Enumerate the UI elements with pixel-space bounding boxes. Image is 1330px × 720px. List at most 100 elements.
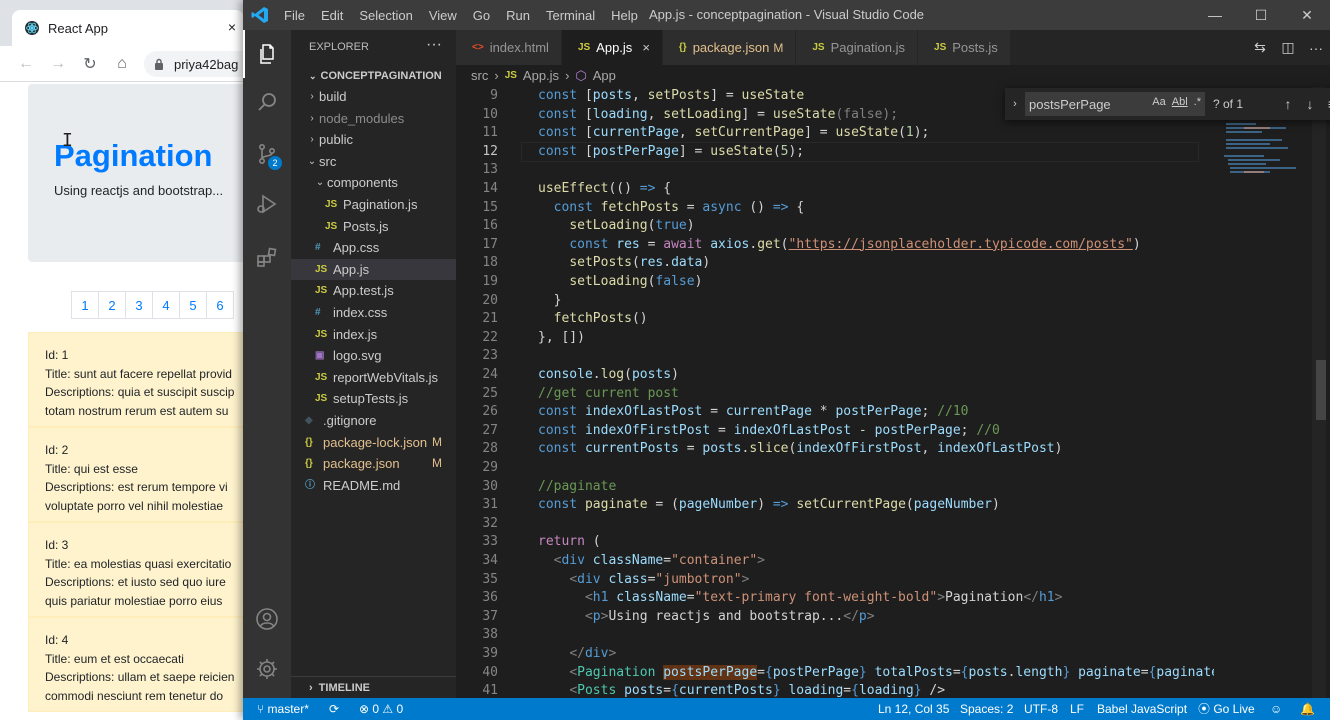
feedback-icon[interactable]: ☺ <box>1270 698 1282 720</box>
code-token: , <box>678 125 695 141</box>
page-link-3[interactable]: 3 <box>125 291 153 319</box>
scrollbar-thumb[interactable] <box>1316 360 1326 420</box>
breadcrumb-src[interactable]: src <box>471 65 488 87</box>
back-arrow-icon[interactable]: ← <box>10 48 42 80</box>
more-actions-icon[interactable]: ··· <box>1302 40 1330 56</box>
tree-file-package-json[interactable]: {} package.json M <box>291 453 456 475</box>
tree-file-setup[interactable]: JS setupTests.js <box>291 388 456 410</box>
indentation[interactable]: Spaces: 2 <box>960 698 1013 720</box>
menu-help[interactable]: Help <box>611 8 638 23</box>
sync-icon[interactable]: ⟳ <box>329 698 339 720</box>
whole-word-icon[interactable]: Abl <box>1172 96 1188 108</box>
tree-file-gitignore[interactable]: ◆ .gitignore <box>291 410 456 432</box>
tab-index-html[interactable]: <> index.html <box>456 30 562 65</box>
breadcrumb-separator: › <box>494 68 499 83</box>
css-file-icon: # <box>315 242 321 254</box>
tree-file-app-test[interactable]: JS App.test.js <box>291 280 456 302</box>
minimize-button[interactable]: — <box>1192 0 1238 30</box>
post-desc-cont: totam nostrum rerum est autem su <box>45 403 229 418</box>
tree-file-logo[interactable]: ▣ logo.svg <box>291 345 456 367</box>
find-in-selection-icon[interactable]: ≡ <box>1321 96 1330 112</box>
previous-match-icon[interactable]: ↑ <box>1277 96 1299 112</box>
line-number: 35 <box>482 571 498 587</box>
tab-pagination-js[interactable]: JS Pagination.js <box>796 30 919 65</box>
close-window-button[interactable]: ✕ <box>1284 0 1330 30</box>
tab-package-json[interactable]: {} package.json M <box>662 30 797 65</box>
menu-edit[interactable]: Edit <box>321 8 343 23</box>
menu-run[interactable]: Run <box>506 8 530 23</box>
maximize-button[interactable]: ☐ <box>1238 0 1284 30</box>
json-file-icon: {} <box>305 458 313 470</box>
tree-file-index-css[interactable]: # index.css <box>291 302 456 324</box>
account-activity-icon[interactable] <box>243 595 291 643</box>
code-token: currentPosts <box>584 441 679 457</box>
compare-changes-icon[interactable]: ⇆ <box>1246 39 1274 56</box>
menu-view[interactable]: View <box>429 8 457 23</box>
tree-file-app-css[interactable]: # App.css <box>291 237 456 259</box>
split-editor-icon[interactable]: ◫ <box>1274 39 1302 56</box>
tree-file-pagination[interactable]: JS Pagination.js <box>291 194 456 216</box>
forward-arrow-icon[interactable]: → <box>42 48 74 80</box>
menu-file[interactable]: File <box>284 8 305 23</box>
chevron-down-icon: ⌄ <box>307 155 317 167</box>
tree-file-app-js[interactable]: JS App.js <box>291 258 456 281</box>
git-branch[interactable]: ⑂ master* <box>257 698 309 720</box>
page-link-5[interactable]: 5 <box>179 291 207 319</box>
run-debug-activity-icon[interactable] <box>243 180 291 228</box>
tree-file-report[interactable]: JS reportWebVitals.js <box>291 367 456 389</box>
page-link-2[interactable]: 2 <box>98 291 126 319</box>
menu-go[interactable]: Go <box>473 8 490 23</box>
home-icon[interactable]: ⌂ <box>106 48 138 80</box>
breadcrumb-file[interactable]: App.js <box>523 65 559 87</box>
code-token: setPosts <box>647 88 711 103</box>
workspace-root-folder[interactable]: ⌄ CONCEPTPAGINATION <box>291 65 456 87</box>
end-of-line[interactable]: LF <box>1070 698 1084 720</box>
browser-tab[interactable]: React App × <box>12 10 244 46</box>
source-control-activity-icon[interactable]: 2 <box>243 130 291 178</box>
problems-indicator[interactable]: ⊗ 0 ⚠ 0 <box>359 698 403 720</box>
tree-folder-src[interactable]: ⌄ src <box>291 151 456 173</box>
code-token: className <box>592 553 664 568</box>
tree-file-posts[interactable]: JS Posts.js <box>291 216 456 238</box>
tree-file-index-js[interactable]: JS index.js <box>291 324 456 346</box>
tree-folder-node-modules[interactable]: › node_modules <box>291 108 456 130</box>
cursor-position[interactable]: Ln 12, Col 35 <box>878 698 949 720</box>
code-token: ] = <box>741 106 773 122</box>
reload-icon[interactable]: ↻ <box>74 48 106 80</box>
more-actions-icon[interactable]: ··· <box>426 30 442 64</box>
extensions-activity-icon[interactable] <box>243 233 291 281</box>
tree-file-readme[interactable]: ⓘ README.md <box>291 475 456 497</box>
explorer-activity-icon[interactable] <box>243 30 291 78</box>
code-token: const <box>538 497 585 513</box>
page-link-1[interactable]: 1 <box>71 291 99 319</box>
settings-gear-icon[interactable] <box>243 645 291 693</box>
menu-selection[interactable]: Selection <box>359 8 412 23</box>
code-token: ( <box>631 255 640 271</box>
toggle-replace-icon[interactable]: › <box>1005 98 1025 110</box>
tree-folder-components[interactable]: ⌄ components <box>291 172 456 194</box>
address-bar[interactable]: priya42bag <box>144 51 250 77</box>
tree-folder-build[interactable]: › build <box>291 86 456 108</box>
next-match-icon[interactable]: ↓ <box>1299 96 1321 112</box>
search-activity-icon[interactable] <box>243 78 291 126</box>
match-case-icon[interactable]: Aa <box>1152 96 1165 108</box>
tree-folder-public[interactable]: › public <box>291 129 456 151</box>
breadcrumb-symbol[interactable]: App <box>593 65 616 87</box>
notifications-bell-icon[interactable]: 🔔 <box>1300 698 1315 720</box>
regex-icon[interactable]: .* <box>1194 96 1201 108</box>
close-tab-icon[interactable]: × <box>228 19 236 35</box>
menu-terminal[interactable]: Terminal <box>546 8 595 23</box>
code-token: //get current post <box>538 385 679 401</box>
tab-posts-js[interactable]: JS Posts.js <box>918 30 1011 65</box>
page-link-6[interactable]: 6 <box>206 291 234 319</box>
timeline-section[interactable]: › TIMELINE <box>291 676 456 698</box>
encoding[interactable]: UTF-8 <box>1024 698 1058 720</box>
go-live-button[interactable]: ⦿ Go Live <box>1198 698 1255 720</box>
page-link-4[interactable]: 4 <box>152 291 180 319</box>
close-tab-icon[interactable]: × <box>642 40 650 55</box>
language-mode[interactable]: Babel JavaScript <box>1097 698 1187 720</box>
tab-app-js[interactable]: JS App.js × <box>561 30 663 65</box>
tree-file-package-lock[interactable]: {} package-lock.json M <box>291 432 456 454</box>
find-input[interactable]: postsPerPage Aa Abl .* <box>1025 92 1205 116</box>
code-editor[interactable]: 9 10 11 12 13 14 15 16 17 18 19 20 21 22… <box>456 87 1214 698</box>
